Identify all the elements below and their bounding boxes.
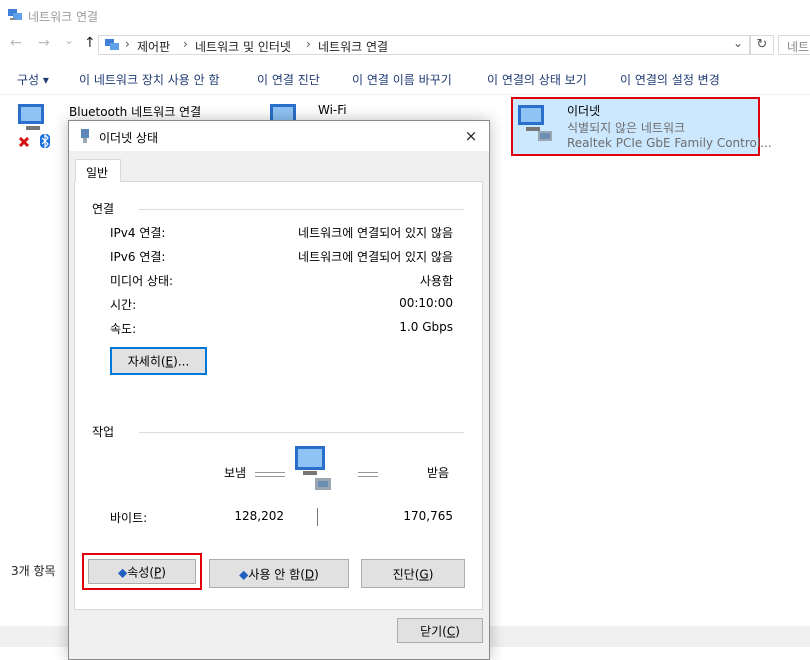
bytes-sent-value: 128,202 <box>234 509 284 523</box>
search-input[interactable]: 네트 <box>778 35 810 55</box>
bytes-divider <box>317 508 318 526</box>
group-divider <box>139 432 464 433</box>
properties-button-label: ◆속성(P) <box>118 565 166 579</box>
breadcrumb-network-connections[interactable]: 네트워크 연결 <box>318 38 388 55</box>
item-title: Wi-Fi <box>318 103 347 117</box>
breadcrumb-separator[interactable]: › <box>125 37 130 51</box>
view-status-command[interactable]: 이 연결의 상태 보기 <box>487 71 587 88</box>
media-state-label: 미디어 상태: <box>110 274 174 288</box>
organize-menu[interactable]: 구성 ▾ <box>17 71 49 88</box>
item-count: 3개 항목 <box>11 564 56 578</box>
close-icon[interactable]: × <box>461 127 481 145</box>
network-activity-icon <box>295 446 331 490</box>
ethernet-adapter-icon <box>518 105 552 141</box>
address-dropdown-icon[interactable]: ⌄ <box>733 36 743 50</box>
navigation-bar: ← → ⌄ ↑ › 제어판 › 네트워크 및 인터넷 › 네트워크 연결 ⌄ ↻… <box>0 32 810 58</box>
close-button-label: 닫기(C) <box>420 624 460 638</box>
ethernet-connection-item[interactable]: 이더넷 식별되지 않은 네트워크 Realtek PCIe GbE Family… <box>511 97 772 156</box>
ipv6-value: 네트워크에 연결되어 있지 않음 <box>298 250 453 264</box>
tab-general[interactable]: 일반 <box>75 159 121 182</box>
sent-line <box>255 472 285 477</box>
disable-button-label: ◆사용 안 함(D) <box>239 567 319 581</box>
bytes-label: 바이트: <box>110 511 148 525</box>
change-settings-command[interactable]: 이 연결의 설정 변경 <box>620 71 720 88</box>
disable-device-command[interactable]: 이 네트워크 장치 사용 안 함 <box>79 71 220 88</box>
shield-icon: ◆ <box>118 565 128 579</box>
breadcrumb-separator[interactable]: › <box>306 37 311 51</box>
search-placeholder: 네트 <box>787 40 810 54</box>
bluetooth-adapter-icon <box>18 104 50 149</box>
speed-label: 속도: <box>110 322 137 336</box>
properties-button[interactable]: ◆속성(P) <box>88 559 196 584</box>
speed-value: 1.0 Gbps <box>399 320 453 334</box>
item-device: Realtek PCIe GbE Family Control... <box>567 136 772 150</box>
diagnose-button[interactable]: 진단(G) <box>361 559 465 588</box>
ethernet-plug-icon <box>81 129 89 143</box>
details-button-label: 자세히(E)... <box>127 354 190 369</box>
breadcrumb-separator[interactable]: › <box>183 37 188 51</box>
back-arrow-icon[interactable]: ← <box>10 35 22 51</box>
refresh-icon[interactable]: ↻ <box>750 35 774 55</box>
window-titlebar: 네트워크 연결 <box>0 0 810 32</box>
connection-group-label: 연결 <box>92 202 115 216</box>
network-connections-icon <box>8 9 22 20</box>
bytes-received-value: 170,765 <box>403 509 453 523</box>
disable-button[interactable]: ◆사용 안 함(D) <box>209 559 349 588</box>
diagnose-command[interactable]: 이 연결 진단 <box>257 71 320 88</box>
activity-group-label: 작업 <box>92 425 115 439</box>
control-panel-icon <box>105 39 119 50</box>
ipv4-value: 네트워크에 연결되어 있지 않음 <box>298 226 453 240</box>
ipv4-label: IPv4 연결: <box>110 226 166 240</box>
received-label: 받음 <box>427 466 450 480</box>
forward-arrow-icon[interactable]: → <box>38 35 50 51</box>
media-state-value: 사용함 <box>419 274 453 288</box>
dialog-titlebar: 이더넷 상태 × <box>69 121 489 151</box>
item-title: 이더넷 <box>567 104 601 118</box>
dialog-title: 이더넷 상태 <box>99 131 159 145</box>
duration-label: 시간: <box>110 298 137 312</box>
rename-command[interactable]: 이 연결 이름 바꾸기 <box>352 71 452 88</box>
diagnose-button-label: 진단(G) <box>392 567 434 581</box>
sent-label: 보냄 <box>224 466 247 480</box>
received-line <box>358 472 378 477</box>
item-status: 식별되지 않은 네트워크 <box>567 121 686 135</box>
group-divider <box>139 209 464 210</box>
window-title: 네트워크 연결 <box>28 10 99 24</box>
wifi-adapter-icon <box>270 104 296 122</box>
breadcrumb-network-internet[interactable]: 네트워크 및 인터넷 <box>195 38 291 55</box>
tab-label: 일반 <box>86 166 109 180</box>
address-bar[interactable]: › 제어판 › 네트워크 및 인터넷 › 네트워크 연결 ⌄ <box>98 35 750 55</box>
breadcrumb-control-panel[interactable]: 제어판 <box>137 38 170 55</box>
duration-value: 00:10:00 <box>399 296 453 310</box>
command-bar: 구성 ▾ 이 네트워크 장치 사용 안 함 이 연결 진단 이 연결 이름 바꾸… <box>0 62 810 95</box>
item-title: Bluetooth 네트워크 연결 <box>69 105 202 119</box>
details-button[interactable]: 자세히(E)... <box>110 347 207 375</box>
up-arrow-icon[interactable]: ↑ <box>84 35 96 51</box>
ethernet-status-dialog: 이더넷 상태 × 일반 연결 IPv4 연결: 네트워크에 연결되어 있지 않음… <box>68 120 490 660</box>
ipv6-label: IPv6 연결: <box>110 250 166 264</box>
recent-locations-chevron-icon[interactable]: ⌄ <box>64 33 74 47</box>
tab-panel: 연결 IPv4 연결: 네트워크에 연결되어 있지 않음 IPv6 연결: 네트… <box>74 181 483 610</box>
close-button[interactable]: 닫기(C) <box>397 618 483 643</box>
